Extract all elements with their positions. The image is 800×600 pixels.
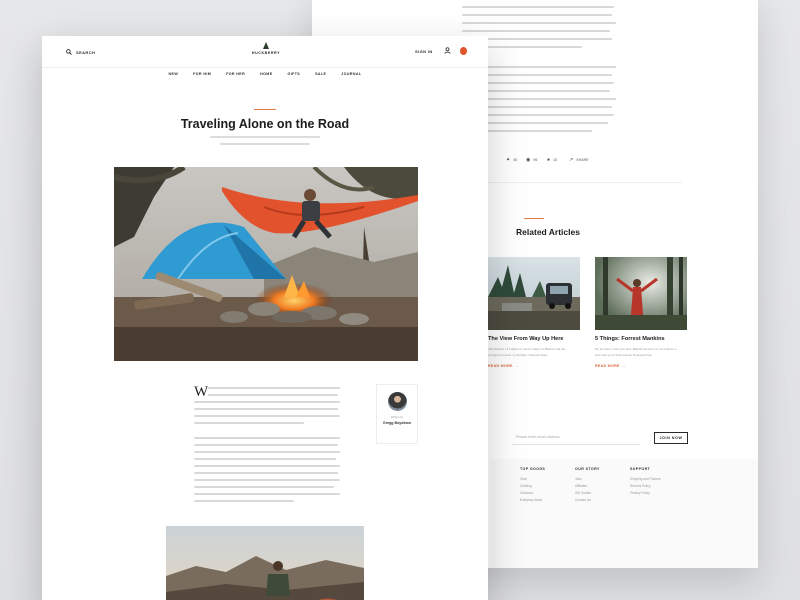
footer-link[interactable]: Affiliates [575,483,600,490]
comment-icon: ● [547,157,551,163]
sign-in-link[interactable]: SIGN IN [415,49,433,54]
brand-name: HUCKBERRY [251,51,281,55]
cart-icon[interactable] [460,47,467,55]
nav-item[interactable]: SALE [315,72,326,76]
related-card-description: He all know what you feel. Behind the le… [595,347,677,357]
read-more-link[interactable]: Read More → [595,364,687,368]
share-label: SHARE [576,158,589,162]
tree-logo-icon [263,42,269,49]
user-icon[interactable] [444,47,451,54]
header-divider [42,67,488,68]
footer-column: SUPPORT Shipping and Policies Returns Po… [630,467,660,497]
footer-link[interactable]: Gear [520,476,545,483]
main-nav: NEW FOR HIM FOR HER HOME GIFTS SALE JOUR… [42,72,488,76]
nav-item[interactable]: HOME [260,72,272,76]
author-card: Written by Gregg Boydston [376,384,418,444]
footer-heading: OUR STORY [575,467,600,471]
article-image [166,526,364,600]
search-label: SEARCH [76,49,96,55]
search-icon [66,49,72,55]
related-card-image[interactable] [595,257,687,330]
author-name[interactable]: Gregg Boydston [377,421,417,425]
footer-link[interactable]: Contact Us [575,497,600,504]
footer-link[interactable]: Clothing [520,483,545,490]
front-page: SEARCH HUCKBERRY SIGN IN NEW FOR HIM FOR… [42,36,488,600]
accent-rule [254,109,276,110]
share-twitter[interactable]: ✦ 40 [506,157,517,163]
share-icon: ↗ [569,157,574,163]
footer-link[interactable]: Shipping and Policies [630,476,660,483]
article-title: Traveling Alone on the Road [180,117,350,131]
footer-heading: TOP GOODS [520,467,546,471]
newsletter-email-input[interactable]: Please enter email address [512,431,640,445]
read-more-label: Read More [595,364,620,368]
article-dropcap: W [194,384,209,400]
footer-column: TOP GOODS Gear Clothing Outdoors Everyda… [520,467,545,504]
footer-heading: SUPPORT [630,467,651,471]
share-comment[interactable]: ● 15 [547,157,557,163]
related-card-title[interactable]: 5 Things: Forrest Mankins [595,336,687,342]
arrow-right-icon: → [621,364,626,368]
nav-item[interactable]: NEW [169,72,179,76]
twitter-icon: ✦ [506,157,511,163]
related-card[interactable]: 5 Things: Forrest Mankins He all know wh… [595,257,687,368]
pinterest-icon: ◉ [526,157,531,163]
written-by-label: Written by [390,415,404,419]
arrow-right-icon: → [514,364,519,368]
related-articles-title: Related Articles [516,227,580,237]
footer-link[interactable]: Gift Guides [575,490,600,497]
footer-link[interactable]: Everyday Items [520,497,545,504]
share-pinterest[interactable]: ◉ 95 [526,157,537,163]
nav-item[interactable]: FOR HER [226,72,245,76]
footer-column: OUR STORY Jobs Affiliates Gift Guides Co… [575,467,600,504]
footer-link[interactable]: Outdoors [520,490,545,497]
footer-link[interactable]: Jobs [575,476,600,483]
avatar [387,392,407,411]
footer: TOP GOODS Gear Clothing Outdoors Everyda… [490,459,758,568]
related-card-image[interactable] [488,257,580,330]
nav-item[interactable]: JOURNAL [341,72,361,76]
divider [482,182,682,183]
join-now-button[interactable]: JOIN NOW [654,432,688,444]
read-more-link[interactable]: Read More → [488,364,580,368]
accent-rule [524,218,544,219]
nav-item[interactable]: GIFTS [288,72,301,76]
share-count: 15 [553,158,558,162]
related-card-description: The Interior of Lightlet to Kern camps a… [488,347,566,357]
related-card-title[interactable]: The View From Way Up Here [488,336,580,342]
hero-image [114,167,418,361]
share-count: 40 [513,158,518,162]
share-count: 95 [533,158,538,162]
footer-link[interactable]: Returns Policy [630,483,660,490]
nav-item[interactable]: FOR HIM [193,72,211,76]
brand-logo[interactable]: HUCKBERRY [249,42,283,55]
share-button[interactable]: ↗ SHARE [569,157,589,163]
read-more-label: Read More [488,364,513,368]
footer-link[interactable]: Privacy Policy [630,490,660,497]
related-card[interactable]: The View From Way Up Here The Interior o… [488,257,580,368]
search-button[interactable]: SEARCH [66,49,95,55]
